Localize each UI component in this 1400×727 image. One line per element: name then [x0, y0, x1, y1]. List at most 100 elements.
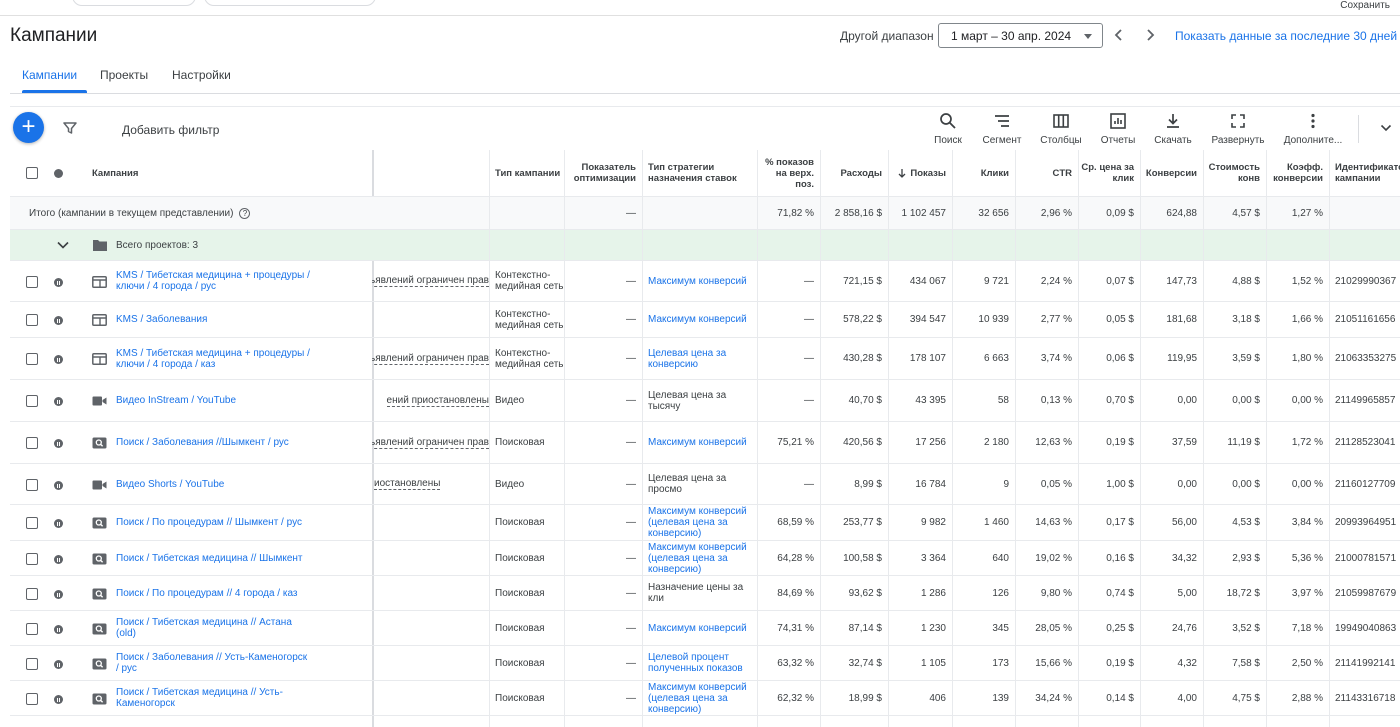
row-checkbox[interactable] — [26, 693, 38, 705]
paused-status-icon[interactable] — [54, 481, 63, 490]
paused-status-icon[interactable] — [54, 625, 63, 634]
cell-conv-text: 4,00 — [1177, 692, 1197, 704]
tab-projects[interactable]: Проекты — [100, 68, 148, 82]
campaign-name-link[interactable]: KMS / Тибетская медицина + процедуры / к… — [116, 270, 310, 292]
next-period-icon[interactable] — [1141, 26, 1159, 44]
row-checkbox[interactable] — [26, 353, 38, 365]
add-filter-button[interactable]: Добавить фильтр — [122, 123, 219, 137]
cell-impr: 9 982 — [888, 505, 952, 540]
row-checkbox[interactable] — [26, 479, 38, 491]
row-checkbox[interactable] — [26, 658, 38, 670]
campaign-status-text[interactable]: бъявлений ограничен прав — [372, 437, 489, 449]
campaign-name-link[interactable]: Поиск / По процедурам // 4 города / каз — [116, 588, 298, 599]
paused-status-icon[interactable] — [54, 660, 63, 669]
campaign-name-link[interactable]: Поиск / Заболевания //Шымкент / рус — [116, 437, 289, 448]
reports-tool[interactable]: Отчеты — [1098, 111, 1138, 146]
last-30-days-link[interactable]: Показать данные за последние 30 дней — [1175, 29, 1397, 43]
more-tool[interactable]: Дополните... — [1282, 111, 1344, 146]
campaign-name-link[interactable]: Поиск / Заболевания // Усть-Каменогорск … — [116, 652, 310, 674]
row-checkbox[interactable] — [26, 553, 38, 565]
campaign-name-link[interactable]: Поиск / Тибетская медицина // Шымкент — [116, 553, 303, 564]
select-all-checkbox[interactable] — [26, 167, 38, 179]
cell-strategy-text[interactable]: Целевая цена за конверсию — [648, 348, 757, 370]
paused-status-icon[interactable] — [54, 519, 63, 528]
campaign-status-text[interactable]: бъявлений ограничен прав — [372, 353, 489, 365]
column-header-cpa[interactable]: Стоимость конв — [1203, 150, 1266, 196]
paused-status-icon[interactable] — [54, 695, 63, 704]
filter-icon[interactable] — [62, 120, 78, 136]
campaign-name-link[interactable]: Видео InStream / YouTube — [116, 395, 236, 406]
cell-strategy-text[interactable]: Целевой процент полученных показов — [648, 652, 757, 674]
cell-cost: 253,77 $ — [820, 505, 888, 540]
column-header-type[interactable]: Тип кампании — [489, 150, 564, 196]
row-checkbox[interactable] — [26, 314, 38, 326]
campaign-name-link[interactable]: Поиск / Тибетская медицина // Астана (ol… — [116, 617, 310, 639]
column-header-id[interactable]: Идентификатор кампании — [1329, 150, 1400, 196]
column-header-ctr[interactable]: CTR — [1015, 150, 1078, 196]
paused-status-icon[interactable] — [54, 355, 63, 364]
download-tool[interactable]: Скачать — [1150, 111, 1196, 146]
paused-status-icon[interactable] — [54, 590, 63, 599]
paused-status-icon[interactable] — [54, 278, 63, 287]
help-icon[interactable]: ? — [239, 207, 251, 219]
top-pill[interactable] — [204, 0, 376, 6]
campaign-status-text[interactable]: ений приостановлены — [386, 395, 489, 407]
campaign-name-link[interactable]: Видео Shorts / YouTube — [116, 479, 224, 490]
paused-status-icon[interactable] — [54, 439, 63, 448]
column-header-top-share[interactable]: % показов на верх. поз. — [757, 150, 820, 196]
tab-settings[interactable]: Настройки — [172, 68, 231, 82]
cell-cr — [1266, 716, 1329, 727]
add-campaign-button[interactable]: + — [13, 112, 44, 143]
column-header-impr[interactable]: Показы — [888, 150, 952, 196]
cell-strategy-text[interactable]: Максимум конверсий — [648, 623, 747, 634]
row-checkbox[interactable] — [26, 517, 38, 529]
campaign-name-link[interactable]: KMS / Тибетская медицина + процедуры / к… — [116, 348, 310, 370]
row-checkbox[interactable] — [26, 623, 38, 635]
row-checkbox[interactable] — [26, 395, 38, 407]
column-header-cost[interactable]: Расходы — [820, 150, 888, 196]
cell-strategy-text: Целевая цена за тысячу — [648, 389, 727, 412]
campaign-status-text[interactable]: иостановлены — [374, 478, 441, 490]
row-checkbox[interactable] — [26, 276, 38, 288]
columns-tool[interactable]: Столбцы — [1038, 111, 1084, 146]
paused-status-icon[interactable] — [54, 316, 63, 325]
tab-campaigns[interactable]: Кампании — [22, 68, 77, 82]
column-header-cr[interactable]: Коэфф. конверсии — [1266, 150, 1329, 196]
paused-status-icon[interactable] — [54, 555, 63, 564]
row-checkbox[interactable] — [26, 437, 38, 449]
video-campaign-icon — [92, 480, 107, 490]
cell-ctr-text: 3,74 % — [1040, 353, 1072, 364]
column-header-campaign[interactable]: Кампания — [86, 150, 366, 196]
chevron-down-icon[interactable] — [1380, 122, 1392, 134]
cell-strategy-text[interactable]: Максимум конверсий (целевая цена за конв… — [648, 542, 757, 575]
date-range-select[interactable]: 1 март – 30 апр. 2024 — [938, 23, 1103, 48]
cell-clicks-text: 6 663 — [983, 353, 1009, 364]
search-campaign-icon — [92, 623, 107, 635]
campaign-name-link[interactable]: KMS / Заболевания — [116, 314, 207, 325]
search-tool[interactable]: Поиск — [928, 111, 968, 146]
segment-tool[interactable]: Сегмент — [980, 111, 1024, 146]
paused-status-icon[interactable] — [54, 397, 63, 406]
save-button[interactable]: Сохранить — [1340, 0, 1390, 11]
column-header-conv[interactable]: Конверсии — [1140, 150, 1203, 196]
cell-strategy-text[interactable]: Максимум конверсий — [648, 314, 747, 325]
cell-top-share: 84,69 % — [757, 576, 820, 610]
chevron-down-icon[interactable] — [56, 238, 70, 252]
column-header-cpc[interactable]: Ср. цена за клик — [1078, 150, 1140, 196]
campaign-name-link[interactable]: Поиск / По процедурам // Шымкент / рус — [116, 517, 302, 528]
column-header-optscore[interactable]: Показатель оптимизации — [564, 150, 642, 196]
expand-tool[interactable]: Развернуть — [1208, 111, 1268, 146]
column-header-strategy[interactable]: Тип стратегии назначения ставок — [642, 150, 757, 196]
row-checkbox[interactable] — [26, 588, 38, 600]
projects-group-row[interactable]: Всего проектов: 3 — [10, 230, 1400, 261]
cell-strategy-text[interactable]: Максимум конверсий (целевая цена за конв… — [648, 682, 757, 715]
top-pill[interactable] — [72, 0, 196, 6]
cell-strategy-text[interactable]: Максимум конверсий (целевая цена за конв… — [648, 506, 757, 539]
cell-strategy-text[interactable]: Максимум конверсий — [648, 437, 747, 448]
campaign-status-text[interactable]: бъявлений ограничен прав — [372, 275, 489, 287]
prev-period-icon[interactable] — [1110, 26, 1128, 44]
cell-strategy-text[interactable]: Максимум конверсий — [648, 276, 747, 287]
column-header-clicks[interactable]: Клики — [952, 150, 1015, 196]
column-divider — [489, 230, 490, 260]
campaign-name-link[interactable]: Поиск / Тибетская медицина // Усть-Камен… — [116, 687, 310, 709]
